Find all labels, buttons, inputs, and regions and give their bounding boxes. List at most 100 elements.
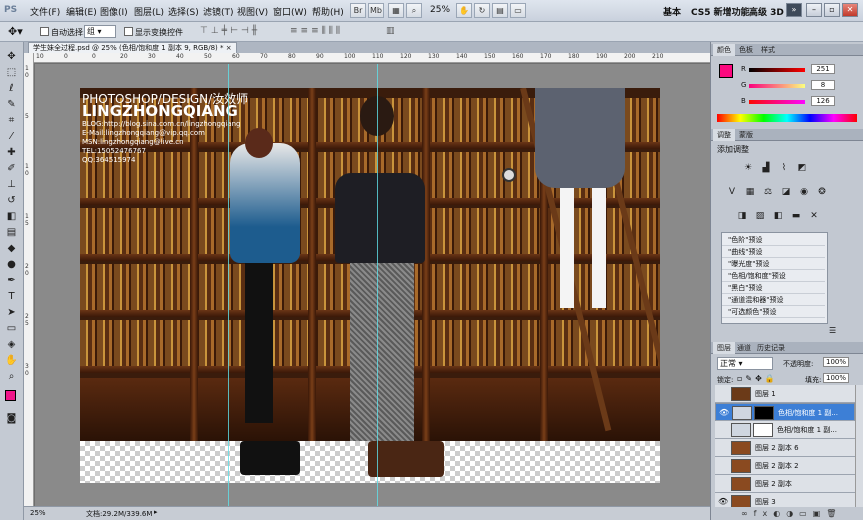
path-select-tool-icon[interactable]: ➤ xyxy=(3,306,20,319)
g-value[interactable]: 8 xyxy=(811,80,835,90)
hue-saturation-icon[interactable]: ▦ xyxy=(743,186,757,198)
document-tab[interactable]: 学生妹全过程.psd @ 25% (色相/饱和度 1 副本 9, RGB/8) … xyxy=(28,42,237,53)
exposure-icon[interactable]: ◩ xyxy=(795,162,809,174)
tab-layers[interactable]: 图层 xyxy=(713,342,735,354)
marquee-tool-icon[interactable]: ⬚ xyxy=(3,66,20,79)
g-slider[interactable] xyxy=(749,84,805,88)
layer-row-selected[interactable]: 👁 色相/饱和度 1 副... xyxy=(715,403,855,421)
layer-row[interactable]: 图层 2 副本 6 xyxy=(715,439,855,457)
vibrance-icon[interactable]: V xyxy=(725,186,739,198)
brush-tool-icon[interactable]: ✐ xyxy=(3,162,20,175)
pen-tool-icon[interactable]: ✒ xyxy=(3,274,20,287)
hand-tool-icon[interactable]: ✋ xyxy=(3,354,20,367)
blend-mode-dropdown[interactable]: 正常 ▾ xyxy=(717,357,773,370)
move-tool-icon[interactable]: ✥ xyxy=(3,50,20,63)
b-slider[interactable] xyxy=(749,100,805,104)
tab-adjustments[interactable]: 调整 xyxy=(713,129,735,141)
channel-mixer-icon[interactable]: ❂ xyxy=(815,186,829,198)
menu-help[interactable]: 帮助(H) xyxy=(312,5,344,18)
zoom-tool-icon[interactable]: ⌕ xyxy=(3,370,20,383)
tab-history[interactable]: 历史记录 xyxy=(753,342,789,354)
menu-edit[interactable]: 编辑(E) xyxy=(66,5,97,18)
menu-layer[interactable]: 图层(L) xyxy=(134,5,164,18)
healing-tool-icon[interactable]: ✚ xyxy=(3,146,20,159)
menu-view[interactable]: 视图(V) xyxy=(237,5,268,18)
menu-window[interactable]: 窗口(W) xyxy=(273,5,307,18)
layers-footer-icons[interactable]: ∞fx◐◑▭▣🗑 xyxy=(741,509,859,519)
threshold-icon[interactable]: ◧ xyxy=(771,210,785,222)
color-balance-icon[interactable]: ⚖ xyxy=(761,186,775,198)
quick-select-tool-icon[interactable]: ✎ xyxy=(3,98,20,111)
tab-styles[interactable]: 样式 xyxy=(757,44,779,56)
status-zoom[interactable]: 25% xyxy=(30,509,46,517)
rotate-view-icon[interactable]: ↻ xyxy=(474,3,490,18)
menu-select[interactable]: 选择(S) xyxy=(168,5,199,18)
tab-channels[interactable]: 通道 xyxy=(733,342,755,354)
preset-levels[interactable]: "色阶"预设 xyxy=(722,235,825,246)
minibridge-icon[interactable]: Mb xyxy=(368,3,384,18)
foreground-color-swatch[interactable] xyxy=(5,390,16,401)
preset-curves[interactable]: "曲线"预设 xyxy=(722,247,825,258)
zoom-icon[interactable]: ⌕ xyxy=(406,3,422,18)
layers-scrollbar[interactable] xyxy=(855,385,863,507)
show-transform-checkbox[interactable] xyxy=(124,27,133,36)
tab-color[interactable]: 颜色 xyxy=(713,44,735,56)
quick-mask-icon[interactable]: ◙ xyxy=(3,412,20,425)
eyedropper-tool-icon[interactable]: ⁄ xyxy=(3,130,20,143)
eraser-tool-icon[interactable]: ◧ xyxy=(3,210,20,223)
bridge-icon[interactable]: Br xyxy=(350,3,366,18)
zoom-level[interactable]: 25% xyxy=(430,5,450,15)
workspace-3d[interactable]: 高级 3D xyxy=(749,5,784,18)
dodge-tool-icon[interactable]: ● xyxy=(3,258,20,271)
curves-icon[interactable]: ⌇ xyxy=(777,162,791,174)
color-fg-swatch[interactable] xyxy=(719,64,733,78)
3d-rotate-tool-icon[interactable]: ◈ xyxy=(3,338,20,351)
minimize-button[interactable]: – xyxy=(806,3,822,17)
photo-filter-icon[interactable]: ◉ xyxy=(797,186,811,198)
layer-visibility-icon[interactable] xyxy=(718,443,728,453)
history-brush-tool-icon[interactable]: ↺ xyxy=(3,194,20,207)
blur-tool-icon[interactable]: ◆ xyxy=(3,242,20,255)
workspace-cs5-new[interactable]: CS5 新增功能 xyxy=(691,5,750,18)
layer-visibility-icon[interactable] xyxy=(718,461,728,471)
fill-value[interactable]: 100% xyxy=(823,373,849,383)
crop-tool-icon[interactable]: ⌗ xyxy=(3,114,20,127)
opacity-value[interactable]: 100% xyxy=(823,357,849,367)
vertical-ruler[interactable]: 1 0 5 1 0 1 5 2 0 2 5 3 0 xyxy=(24,53,34,506)
color-spectrum-bar[interactable] xyxy=(717,114,857,122)
lasso-tool-icon[interactable]: ℓ xyxy=(3,82,20,95)
arrange-docs-icon[interactable]: ▤ xyxy=(492,3,508,18)
guide-line[interactable] xyxy=(377,64,378,506)
hand-tool-icon[interactable]: ✋ xyxy=(456,3,472,18)
layer-visibility-icon[interactable]: 👁 xyxy=(719,408,729,418)
layer-row[interactable]: 图层 2 副本 2 xyxy=(715,457,855,475)
r-value[interactable]: 251 xyxy=(811,64,835,74)
gradient-map-icon[interactable]: ▬ xyxy=(789,210,803,222)
menu-file[interactable]: 文件(F) xyxy=(30,5,60,18)
lock-icons[interactable]: ▫✎✥🔒 xyxy=(737,374,778,383)
clone-stamp-tool-icon[interactable]: ⊥ xyxy=(3,178,20,191)
shape-tool-icon[interactable]: ▭ xyxy=(3,322,20,335)
auto-select-dropdown[interactable]: 组 ▾ xyxy=(84,25,116,38)
close-button[interactable]: ✕ xyxy=(842,3,858,17)
black-white-icon[interactable]: ◪ xyxy=(779,186,793,198)
distribute-icons[interactable]: ≡≡≡⫼⫼⫼ xyxy=(290,26,343,36)
invert-icon[interactable]: ◨ xyxy=(735,210,749,222)
preset-channel-mixer[interactable]: "通道混和器"预设 xyxy=(722,295,825,306)
auto-select-checkbox[interactable] xyxy=(40,27,49,36)
layer-row[interactable]: 👁 图层 3 xyxy=(715,493,855,507)
restore-button[interactable]: ▫ xyxy=(824,3,840,17)
extras-icon[interactable]: ▦ xyxy=(388,3,404,18)
screen-mode-icon[interactable]: ▭ xyxy=(510,3,526,18)
menu-image[interactable]: 图像(I) xyxy=(100,5,128,18)
move-tool-icon[interactable]: ✥▾ xyxy=(8,25,23,38)
close-tab-icon[interactable]: × xyxy=(226,44,232,52)
layer-visibility-icon[interactable] xyxy=(718,479,728,489)
horizontal-ruler[interactable]: 10 0 0 20 30 40 50 60 70 80 90 100 110 1… xyxy=(34,53,710,63)
workspace-essentials[interactable]: 基本 xyxy=(663,5,681,18)
layer-row[interactable]: 图层 2 副本 xyxy=(715,475,855,493)
guide-line[interactable] xyxy=(228,64,229,506)
preset-hue-sat[interactable]: "色相/饱和度"预设 xyxy=(722,271,825,282)
preset-exposure[interactable]: "曝光度"预设 xyxy=(722,259,825,270)
levels-icon[interactable]: ▟ xyxy=(759,162,773,174)
